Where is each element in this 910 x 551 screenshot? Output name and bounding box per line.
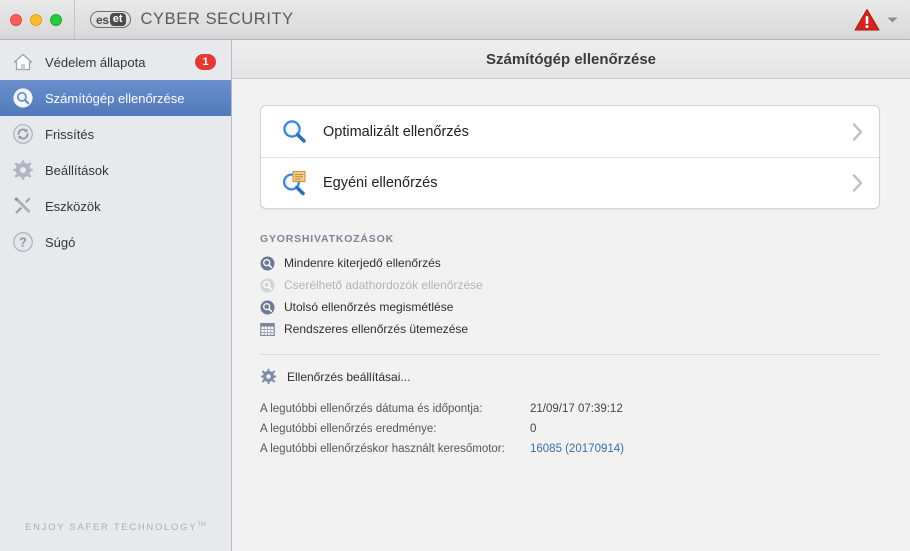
titlebar-divider [74, 0, 75, 40]
sidebar-tagline: ENJOY SAFER TECHNOLOGYTM [0, 522, 231, 533]
close-button[interactable] [10, 13, 22, 26]
content-header: Számítógép ellenőrzése [232, 40, 910, 79]
sidebar-item-tools[interactable]: Eszközök [0, 188, 231, 224]
brand: es et CYBER SECURITY [90, 10, 294, 29]
scan-options-card: Optimalizált ellenőrzés Egyéni ellenőrzé… [260, 105, 880, 209]
info-value: 0 [530, 423, 537, 435]
maximize-button[interactable] [50, 13, 62, 26]
content-area: Számítógép ellenőrzése Optimalizált elle… [232, 40, 910, 551]
sidebar: Védelem állapota 1 Számítógép ellenőrzés… [0, 40, 232, 551]
svg-text:?: ? [19, 236, 27, 250]
window-controls [0, 13, 62, 26]
tagline-text: ENJOY SAFER TECHNOLOGY [25, 522, 198, 533]
home-icon [13, 53, 33, 71]
quick-links-heading: GYORSHIVATKOZÁSOK [260, 233, 394, 245]
gear-icon [13, 160, 33, 180]
minimize-button[interactable] [30, 13, 42, 26]
section-divider [260, 354, 880, 355]
quick-link-label: Utolsó ellenőrzés megismétlése [284, 300, 454, 314]
quick-link-removable-media-scan: Cserélhető adathordozók ellenőrzése [260, 274, 880, 296]
quick-link-schedule-scan[interactable]: Rendszeres ellenőrzés ütemezése [260, 318, 880, 340]
quick-link-label: Cserélhető adathordozók ellenőrzése [284, 278, 483, 292]
window-body: Védelem állapota 1 Számítógép ellenőrzés… [0, 40, 910, 551]
magnifier-circle-icon [260, 300, 275, 314]
scan-option-label: Egyéni ellenőrzés [323, 175, 438, 191]
info-value: 21/09/17 07:39:12 [530, 403, 623, 415]
tools-icon [14, 197, 31, 214]
scan-option-optimized[interactable]: Optimalizált ellenőrzés [261, 106, 879, 157]
sidebar-item-help[interactable]: ? Súgó [0, 224, 231, 260]
brand-name: CYBER SECURITY [140, 10, 294, 28]
info-row-last-scan-date: A legutóbbi ellenőrzés dátuma és időpont… [260, 399, 880, 419]
chevron-down-icon[interactable] [887, 16, 898, 24]
gear-icon [260, 368, 277, 385]
tagline-tm: TM [197, 521, 206, 528]
eset-logo-es: es [96, 12, 109, 27]
sidebar-item-label: Eszközök [45, 198, 101, 214]
sidebar-item-computer-scan[interactable]: Számítógép ellenőrzése [0, 80, 231, 116]
calendar-icon [260, 322, 275, 336]
app-window: es et CYBER SECURITY Védelem állapota 1 … [0, 0, 910, 551]
sidebar-item-label: Számítógép ellenőrzése [45, 90, 185, 106]
sidebar-nav: Védelem állapota 1 Számítógép ellenőrzés… [0, 40, 231, 260]
quick-link-repeat-last-scan[interactable]: Utolsó ellenőrzés megismétlése [260, 296, 880, 318]
scan-option-custom[interactable]: Egyéni ellenőrzés [261, 157, 879, 208]
sidebar-item-label: Védelem állapota [45, 54, 146, 70]
sidebar-item-settings[interactable]: Beállítások [0, 152, 231, 188]
quick-link-full-scan[interactable]: Mindenre kiterjedő ellenőrzés [260, 252, 880, 274]
quick-link-label: Mindenre kiterjedő ellenőrzés [284, 256, 441, 270]
sidebar-item-protection-status[interactable]: Védelem állapota 1 [0, 44, 231, 80]
info-label: A legutóbbi ellenőrzéskor használt keres… [260, 443, 505, 455]
quick-link-label: Rendszeres ellenőrzés ütemezése [284, 322, 469, 336]
scan-settings-label: Ellenőrzés beállításai... [287, 369, 411, 384]
info-row-scan-engine: A legutóbbi ellenőrzéskor használt keres… [260, 439, 880, 459]
title-bar: es et CYBER SECURITY [0, 0, 910, 40]
magnifier-document-icon [282, 170, 306, 196]
question-circle-icon: ? [13, 232, 33, 252]
magnifier-circle-icon [13, 88, 33, 108]
quick-links-list: Mindenre kiterjedő ellenőrzés Cserélhető… [260, 252, 880, 340]
chevron-right-icon [852, 122, 863, 141]
info-row-last-scan-result: A legutóbbi ellenőrzés eredménye: 0 [260, 419, 880, 439]
sidebar-item-label: Frissítés [45, 126, 95, 142]
eset-logo-icon: es et [90, 11, 131, 28]
magnifier-circle-icon [260, 278, 275, 292]
magnifier-icon [283, 119, 306, 143]
sidebar-item-update[interactable]: Frissítés [0, 116, 231, 152]
scan-info-table: A legutóbbi ellenőrzés dátuma és időpont… [260, 399, 880, 459]
scan-option-label: Optimalizált ellenőrzés [323, 123, 469, 140]
scan-settings-link[interactable]: Ellenőrzés beállításai... [260, 368, 880, 385]
eset-logo-et: et [109, 13, 126, 26]
warning-triangle-icon[interactable] [854, 8, 880, 32]
titlebar-status-area [854, 0, 898, 40]
content-inner: Optimalizált ellenőrzés Egyéni ellenőrzé… [232, 79, 910, 551]
page-title: Számítógép ellenőrzése [485, 50, 657, 68]
status-badge: 1 [195, 54, 216, 70]
refresh-circle-icon [13, 124, 33, 144]
info-label: A legutóbbi ellenőrzés eredménye: [260, 423, 437, 435]
magnifier-circle-icon [260, 256, 275, 270]
info-value-link[interactable]: 16085 (20170914) [530, 443, 624, 455]
sidebar-item-label: Beállítások [45, 162, 109, 178]
info-label: A legutóbbi ellenőrzés dátuma és időpont… [260, 403, 483, 415]
chevron-right-icon [852, 174, 863, 192]
sidebar-item-label: Súgó [45, 234, 76, 250]
